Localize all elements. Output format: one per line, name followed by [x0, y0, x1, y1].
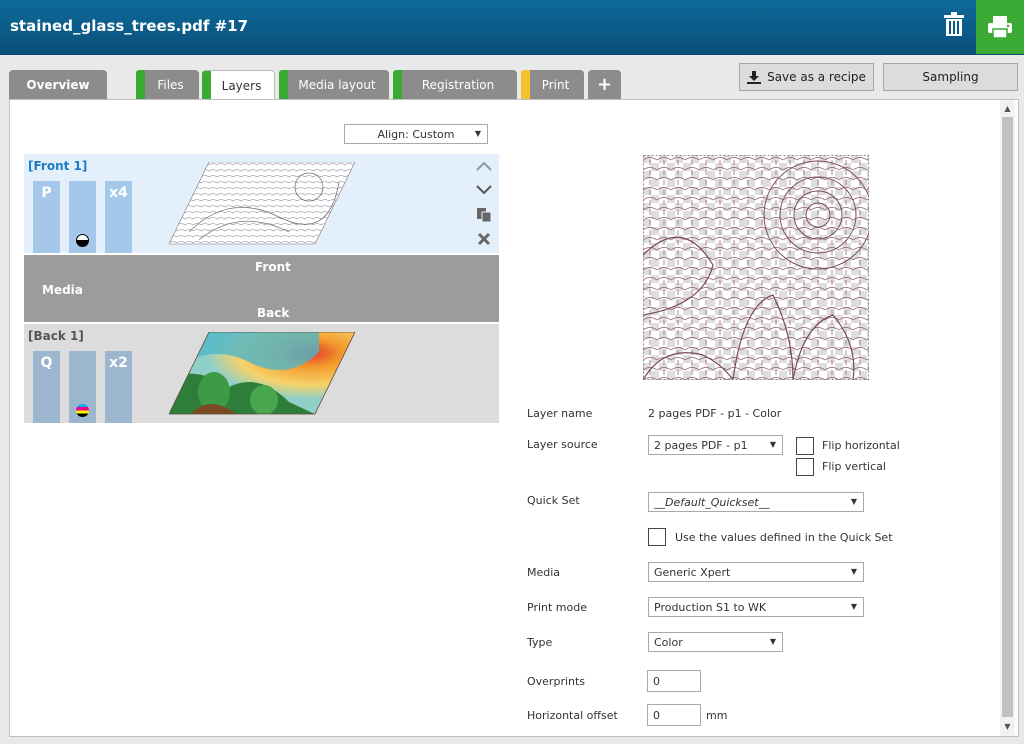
layer-source-select[interactable]: 2 pages PDF - p1 ▼	[648, 435, 783, 455]
chevron-down-icon: ▼	[850, 497, 857, 506]
quick-set-label: Quick Set	[527, 494, 580, 507]
save-as-recipe-button[interactable]: Save as a recipe	[739, 63, 874, 91]
scroll-down-icon[interactable]: ▼	[1002, 721, 1013, 733]
flip-horizontal-label: Flip horizontal	[822, 439, 900, 452]
layer-preview-image	[643, 155, 869, 380]
job-title: stained_glass_trees.pdf #17	[10, 17, 249, 35]
tab-files[interactable]: Files	[136, 70, 199, 99]
move-down-button[interactable]	[475, 181, 493, 199]
print-mode-label: Print mode	[527, 601, 587, 614]
move-up-button[interactable]	[475, 157, 493, 175]
chevron-down-icon: ▼	[769, 637, 776, 646]
print-mode-chip: Q	[33, 351, 60, 423]
chevron-down-icon: ▼	[474, 129, 481, 138]
layer-name-label: Layer name	[527, 407, 593, 420]
delete-job-button[interactable]	[936, 6, 972, 42]
status-stripe	[279, 70, 288, 99]
scroll-thumb[interactable]	[1002, 117, 1013, 717]
overprints-value: 0	[653, 674, 660, 688]
copies-chip: x4	[105, 181, 132, 253]
align-select[interactable]: Align: Custom ▼	[344, 124, 488, 144]
layer-source-label: Layer source	[527, 438, 598, 451]
tab-overview[interactable]: Overview	[9, 70, 107, 99]
tab-registration[interactable]: Registration	[393, 70, 517, 99]
front-label: Front	[255, 260, 291, 274]
status-stripe	[393, 70, 402, 99]
chevron-down-icon: ▼	[850, 602, 857, 611]
use-quick-set-label: Use the values defined in the Quick Set	[675, 531, 893, 544]
printer-icon	[988, 16, 1012, 39]
download-icon	[747, 70, 762, 84]
tab-layers[interactable]: Layers	[202, 70, 275, 100]
print-mode-select[interactable]: Production S1 to WK ▼	[648, 597, 864, 617]
status-stripe	[521, 70, 530, 99]
quick-set-value: __Default_Quickset__	[654, 495, 770, 509]
duplicate-layer-button[interactable]	[475, 206, 493, 224]
status-stripe	[136, 70, 145, 99]
trash-icon	[944, 12, 964, 36]
tab-label: Layers	[221, 78, 262, 93]
close-icon	[477, 232, 491, 246]
print-mode-chip: P	[33, 181, 60, 253]
media-separator: Front Media Back	[24, 255, 499, 322]
tab-label: Media layout	[298, 77, 376, 92]
sampling-button[interactable]: Sampling	[883, 63, 1018, 91]
vertical-scrollbar[interactable]: ▲ ▼	[1000, 100, 1015, 736]
quick-set-select[interactable]: __Default_Quickset__ ▼	[648, 492, 864, 512]
back-layer-thumbnail	[169, 332, 356, 415]
scroll-up-icon[interactable]: ▲	[1002, 103, 1013, 115]
front-layer-thumbnail	[169, 162, 356, 245]
title-bar: stained_glass_trees.pdf #17	[0, 0, 1024, 55]
delete-layer-button[interactable]	[475, 230, 493, 248]
type-select[interactable]: Color ▼	[648, 632, 783, 652]
ink-chip	[69, 351, 96, 423]
type-label: Type	[527, 636, 553, 649]
layer-card-front[interactable]: [Front 1] P x4	[24, 154, 499, 253]
plus-icon: +	[596, 74, 613, 95]
tab-label: Files	[157, 77, 184, 92]
horizontal-offset-label: Horizontal offset	[527, 709, 618, 722]
overprints-input[interactable]: 0	[647, 670, 701, 692]
overprints-label: Overprints	[527, 675, 586, 688]
chevron-up-icon	[476, 161, 492, 171]
copy-icon	[477, 208, 492, 223]
print-button[interactable]	[976, 0, 1024, 54]
tab-label: Registration	[421, 77, 495, 92]
chevron-down-icon: ▼	[769, 440, 776, 449]
print-mode-value: Production S1 to WK	[654, 600, 767, 614]
flip-vertical-checkbox[interactable]	[796, 458, 814, 476]
ink-cmyk-icon	[76, 404, 89, 417]
chevron-down-icon: ▼	[850, 567, 857, 576]
status-stripe	[202, 71, 211, 100]
media-value: Generic Xpert	[654, 565, 731, 579]
chevron-down-icon	[476, 185, 492, 195]
layer-title: [Front 1]	[28, 159, 88, 173]
tab-label: Overview	[26, 77, 90, 92]
flip-horizontal-checkbox[interactable]	[796, 437, 814, 455]
use-quick-set-checkbox[interactable]	[648, 528, 666, 546]
media-label: Media	[527, 566, 561, 579]
tab-media-layout[interactable]: Media layout	[279, 70, 389, 99]
save-recipe-label: Save as a recipe	[767, 70, 866, 84]
layer-title: [Back 1]	[28, 329, 84, 343]
layer-source-value: 2 pages PDF - p1	[654, 438, 748, 452]
sampling-label: Sampling	[922, 70, 979, 84]
tab-label: Print	[541, 77, 570, 92]
copies-chip: x2	[105, 351, 132, 423]
layer-card-back[interactable]: [Back 1] Q x2	[24, 324, 499, 423]
add-tab-button[interactable]: +	[588, 70, 621, 99]
flip-vertical-label: Flip vertical	[822, 460, 886, 473]
media-label: Media	[42, 283, 83, 297]
horizontal-offset-unit: mm	[706, 709, 728, 722]
horizontal-offset-value: 0	[653, 708, 660, 722]
ink-chip	[69, 181, 96, 253]
type-value: Color	[654, 635, 683, 649]
horizontal-offset-input[interactable]: 0	[647, 704, 701, 726]
media-select[interactable]: Generic Xpert ▼	[648, 562, 864, 582]
align-value: Align: Custom	[377, 127, 455, 141]
tab-print[interactable]: Print	[521, 70, 584, 99]
layer-name-value: 2 pages PDF - p1 - Color	[648, 407, 782, 420]
back-label: Back	[257, 306, 290, 320]
ink-black-icon	[76, 234, 89, 247]
